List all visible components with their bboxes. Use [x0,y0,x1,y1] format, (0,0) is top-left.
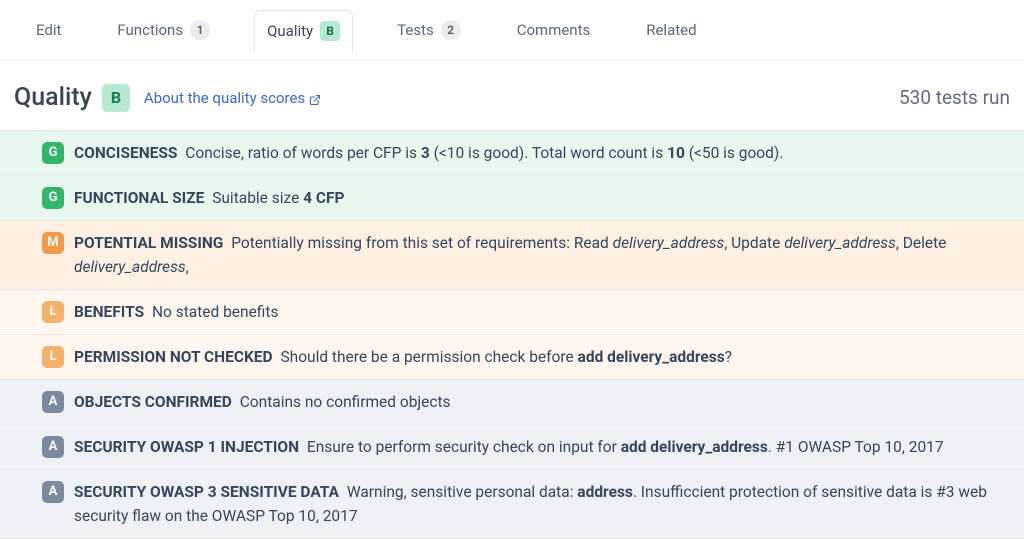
tab-label: Quality [267,22,313,40]
row-content: PERMISSION NOT CHECKED Should there be a… [74,345,1010,369]
quality-row: A SECURITY OWASP 3 SENSITIVE DATA Warning… [0,470,1024,539]
row-content: SECURITY OWASP 3 SENSITIVE DATA Warning,… [74,480,1010,528]
quality-row: M POTENTIAL MISSING Potentially missing f… [0,221,1024,290]
row-content: SECURITY OWASP 1 INJECTION Ensure to per… [74,435,1010,459]
quality-list: G CONCISENESS Concise, ratio of words per… [0,130,1024,539]
tab-edit[interactable]: Edit [24,11,73,49]
row-content: OBJECTS CONFIRMED Contains no confirmed … [74,390,1010,414]
row-message: Ensure to perform security check on inpu… [303,438,944,456]
row-message: No stated benefits [148,303,278,321]
tests-run-count: 530 tests run [899,86,1010,109]
row-message: Should there be a permission check befor… [277,348,732,366]
severity-badge: A [42,391,64,413]
tab-quality[interactable]: Quality B [254,10,353,51]
severity-badge: G [42,187,64,209]
severity-badge: A [42,481,64,503]
row-message: Concise, ratio of words per CFP is 3 (<1… [181,144,783,162]
row-category: SECURITY OWASP 1 INJECTION [74,438,299,456]
quality-row: A OBJECTS CONFIRMED Contains no confirmed… [0,380,1024,425]
severity-badge: M [42,232,64,254]
row-content: BENEFITS No stated benefits [74,300,1010,324]
tab-comments[interactable]: Comments [505,11,603,49]
quality-header: Quality B About the quality scores 530 t… [0,61,1024,130]
about-link-text: About the quality scores [144,89,305,107]
tab-label: Edit [36,21,61,39]
about-scores-link[interactable]: About the quality scores [144,89,321,107]
row-message: Suitable size 4 CFP [208,189,344,207]
tab-label: Tests [397,21,434,39]
tab-label: Related [646,21,696,39]
quality-row: G CONCISENESS Concise, ratio of words per… [0,131,1024,176]
quality-row: L BENEFITS No stated benefits [0,290,1024,335]
row-message: Contains no confirmed objects [236,393,451,411]
grade-badge: B [102,84,130,112]
quality-grade-badge: B [320,21,340,41]
row-category: SECURITY OWASP 3 SENSITIVE DATA [74,483,339,501]
row-content: FUNCTIONAL SIZE Suitable size 4 CFP [74,186,1010,210]
severity-badge: A [42,436,64,458]
quality-row: A SECURITY OWASP 1 INJECTION Ensure to pe… [0,425,1024,470]
row-category: FUNCTIONAL SIZE [74,189,204,207]
row-category: PERMISSION NOT CHECKED [74,348,273,366]
row-content: POTENTIAL MISSING Potentially missing fr… [74,231,1010,279]
severity-badge: L [42,301,64,323]
tab-tests[interactable]: Tests 2 [385,10,473,50]
tests-count-badge: 2 [441,20,461,40]
tab-functions[interactable]: Functions 1 [105,10,222,50]
row-content: CONCISENESS Concise, ratio of words per … [74,141,1010,165]
title-text: Quality [14,83,92,112]
tabs: Edit Functions 1 Quality B Tests 2 Comme… [0,0,1024,61]
quality-row: G FUNCTIONAL SIZE Suitable size 4 CFP [0,176,1024,221]
row-category: POTENTIAL MISSING [74,234,223,252]
row-category: OBJECTS CONFIRMED [74,393,232,411]
row-category: BENEFITS [74,303,144,321]
functions-count-badge: 1 [190,20,210,40]
page-title: Quality B [14,83,130,112]
quality-row: L PERMISSION NOT CHECKED Should there be … [0,335,1024,380]
tab-label: Comments [517,21,591,39]
row-category: CONCISENESS [74,144,177,162]
tab-label: Functions [117,21,183,39]
severity-badge: L [42,346,64,368]
external-link-icon [309,92,321,104]
severity-badge: G [42,142,64,164]
tab-related[interactable]: Related [634,11,708,49]
